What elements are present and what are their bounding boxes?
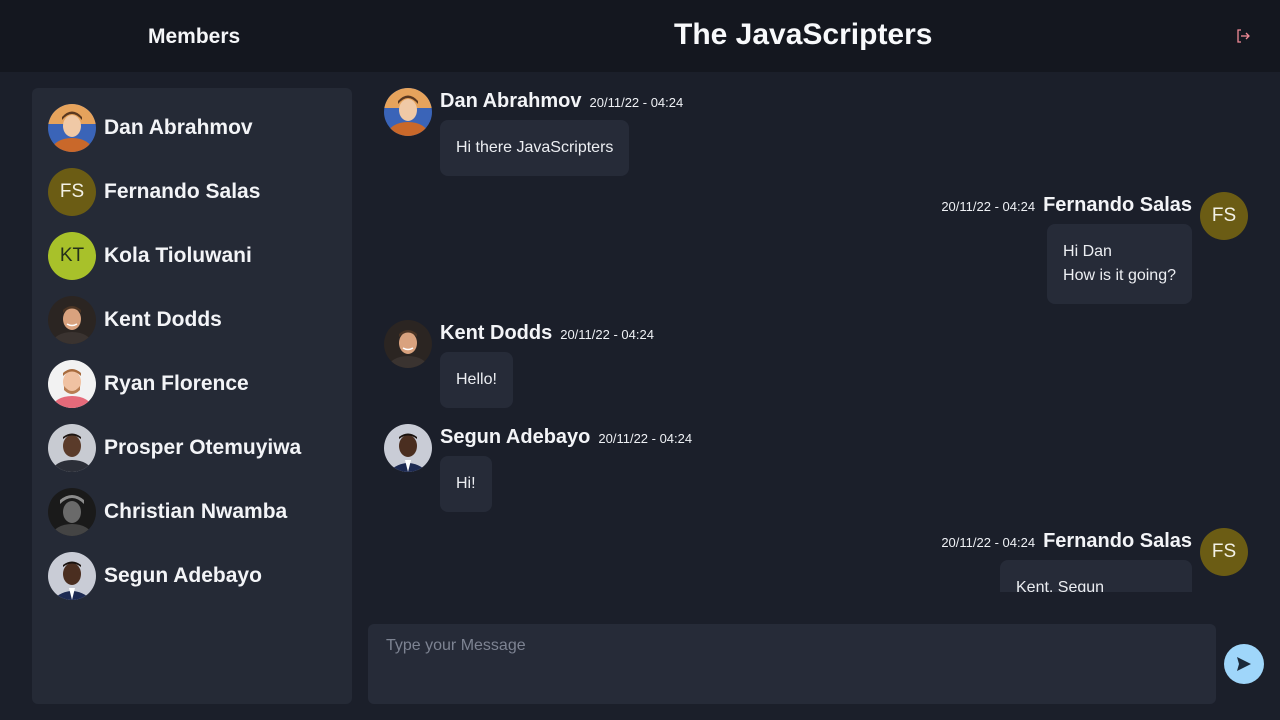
member-name: Christian Nwamba [104,500,288,523]
avatar [384,320,432,368]
avatar-initials: KT [59,245,85,266]
member-item[interactable]: Christian Nwamba [48,488,338,536]
member-name: Dan Abrahmov [104,116,253,139]
message-sender: Fernando Salas [1043,530,1192,552]
message-header: Dan Abrahmov 20/11/22 - 04:24 [440,90,683,113]
avatar-initials: FS [1211,541,1237,562]
message-sender: Dan Abrahmov [440,90,582,112]
chat-message: Kent Dodds 20/11/22 - 04:24 Hello! [384,312,784,412]
avatar [384,88,432,136]
message-line: How is it going? [1063,267,1176,284]
avatar-initials: FS [59,181,85,202]
avatar [48,424,96,472]
member-name: Ryan Florence [104,372,249,395]
chat-message: FS 20/11/22 - 04:24 Fernando Salas Hi Da… [848,184,1248,314]
members-panel: Dan Abrahmov FS Fernando Salas KT Kola T… [32,88,352,704]
message-bubble: Hi there JavaScripters [440,120,630,176]
avatar [48,552,96,600]
message-composer [368,624,1216,704]
message-timestamp: 20/11/22 - 04:24 [941,535,1036,550]
members-heading: Members [148,25,241,48]
avatar [48,296,96,344]
member-item[interactable]: Ryan Florence [48,360,338,408]
member-item[interactable]: KT Kola Tioluwani [48,232,338,280]
message-timestamp: 20/11/22 - 04:24 [589,95,684,110]
logout-icon[interactable] [1235,28,1251,44]
avatar [48,104,96,152]
avatar: FS [1200,192,1248,240]
message-bubble: Hi! [440,456,492,512]
member-item[interactable]: Segun Adebayo [48,552,338,600]
chat-message: FS 20/11/22 - 04:24 Fernando Salas Kent,… [848,520,1248,592]
avatar [48,488,96,536]
message-input[interactable] [368,624,1216,668]
avatar: FS [1200,528,1248,576]
top-bar: Members The JavaScripters [0,0,1280,72]
avatar: FS [48,168,96,216]
member-name: Segun Adebayo [104,564,262,587]
message-bubble: Hello! [440,352,513,408]
chat-message: Segun Adebayo 20/11/22 - 04:24 Hi! [384,416,784,516]
avatar [384,424,432,472]
avatar [48,360,96,408]
message-sender: Fernando Salas [1043,194,1192,216]
member-item[interactable]: Prosper Otemuyiwa [48,424,338,472]
member-item[interactable]: Kent Dodds [48,296,338,344]
message-timestamp: 20/11/22 - 04:24 [560,327,654,342]
room-title: The JavaScripters [674,18,933,51]
send-icon [1237,657,1251,671]
member-name: Kola Tioluwani [104,244,252,267]
message-header: Segun Adebayo 20/11/22 - 04:24 [440,426,692,449]
message-header: Kent Dodds 20/11/22 - 04:24 [440,322,654,345]
message-timestamp: 20/11/22 - 04:24 [941,199,1036,214]
message-sender: Kent Dodds [440,322,553,344]
member-item[interactable]: FS Fernando Salas [48,168,338,216]
message-header: 20/11/22 - 04:24 Fernando Salas [941,530,1192,553]
message-bubble: Kent, Segun [1000,560,1192,592]
member-name: Prosper Otemuyiwa [104,436,302,459]
chat-messages[interactable]: Dan Abrahmov 20/11/22 - 04:24 Hi there J… [368,80,1264,592]
message-sender: Segun Adebayo [440,426,591,448]
member-item[interactable]: Dan Abrahmov [48,104,338,152]
message-bubble: Hi Dan How is it going? [1047,224,1192,304]
message-timestamp: 20/11/22 - 04:24 [598,431,693,446]
chat-message: Dan Abrahmov 20/11/22 - 04:24 Hi there J… [384,80,784,180]
member-name: Fernando Salas [104,180,261,203]
member-name: Kent Dodds [104,308,222,331]
avatar: KT [48,232,96,280]
send-button[interactable] [1224,644,1264,684]
message-line: Hi Dan [1063,243,1112,260]
message-header: 20/11/22 - 04:24 Fernando Salas [941,194,1192,217]
avatar-initials: FS [1211,205,1237,226]
